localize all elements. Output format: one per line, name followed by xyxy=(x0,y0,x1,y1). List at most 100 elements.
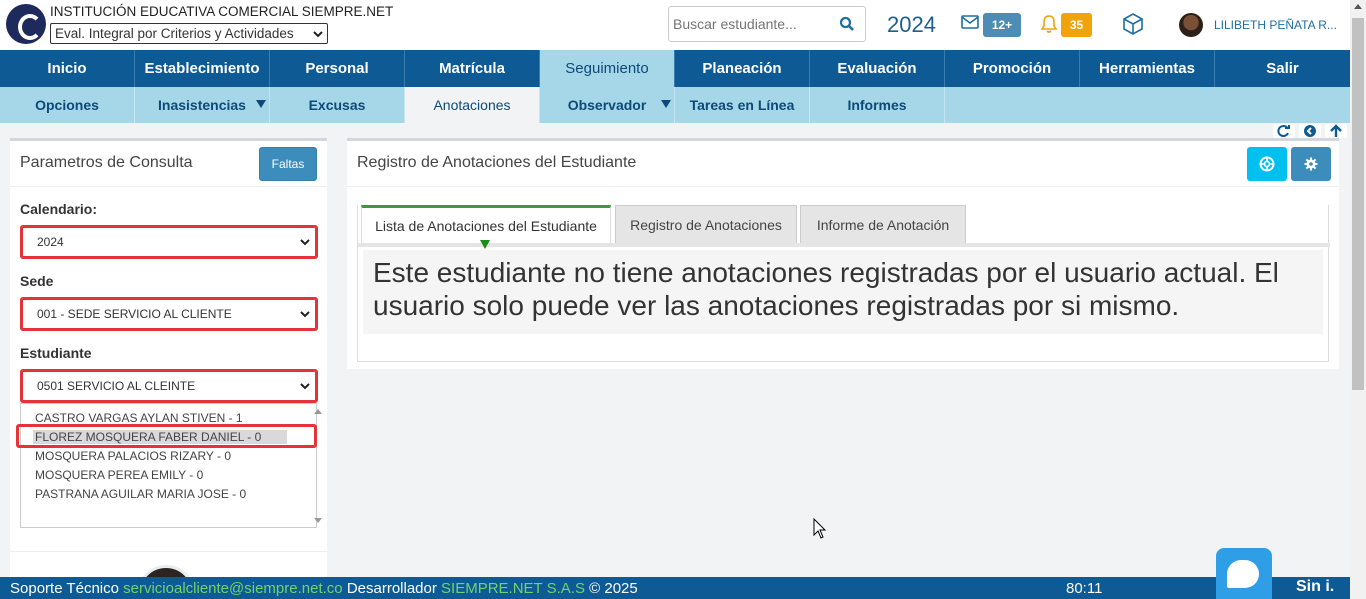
divider xyxy=(10,186,327,187)
student-label: Estudiante xyxy=(20,345,92,361)
top-header: INSTITUCIÓN EDUCATIVA COMERCIAL SIEMPRE.… xyxy=(0,0,1350,50)
footer-info: Soporte Técnico servicioalcliente@siempr… xyxy=(10,580,638,597)
caret-down-icon xyxy=(256,100,266,108)
nav-evaluacion[interactable]: Evaluación xyxy=(810,50,945,87)
divider xyxy=(347,186,1339,187)
panel-title: Registro de Anotaciones del Estudiante xyxy=(357,154,637,171)
faltas-button[interactable]: Faltas xyxy=(259,147,317,181)
nav-inicio[interactable]: Inicio xyxy=(0,50,135,87)
help-button[interactable] xyxy=(1247,147,1287,181)
support-label: Soporte Técnico xyxy=(10,580,119,597)
settings-button[interactable] xyxy=(1291,147,1331,181)
subnav-excusas[interactable]: Excusas xyxy=(270,87,405,123)
subnav-informes[interactable]: Informes xyxy=(810,87,945,123)
current-year: 2024 xyxy=(887,12,936,37)
subnav-label: Opciones xyxy=(35,97,99,113)
subnav-label: Excusas xyxy=(308,97,366,113)
caret-down-icon xyxy=(661,100,671,108)
group-value: 0501 SERVICIO AL CLEINTE xyxy=(37,379,196,393)
eval-mode-select[interactable]: Eval. Integral por Criterios y Actividad… xyxy=(50,23,328,44)
nav-seguimiento[interactable]: Seguimiento xyxy=(540,50,675,87)
annotations-panel: Registro de Anotaciones del Estudiante L… xyxy=(347,138,1339,369)
chat-widget-button[interactable] xyxy=(1216,548,1272,599)
subnav-opciones[interactable]: Opciones xyxy=(0,87,135,123)
nav-establecimiento[interactable]: Establecimiento xyxy=(135,50,270,87)
brand-logo: Sin i. xyxy=(1296,578,1335,595)
subnav-label: Observador xyxy=(567,97,647,113)
calendar-select[interactable]: 2024 xyxy=(20,225,318,259)
notifications-badge[interactable]: 35 xyxy=(1061,13,1092,37)
no-annotations-message: Este estudiante no tiene anotaciones reg… xyxy=(363,250,1323,334)
subnav-label: Informes xyxy=(847,97,907,113)
eval-mode-value: Eval. Integral por Criterios y Actividad… xyxy=(55,26,294,41)
tab-lista-anotaciones[interactable]: Lista de Anotaciones del Estudiante xyxy=(361,205,611,249)
listbox-scroll-up-icon[interactable] xyxy=(314,409,322,414)
sede-label: Sede xyxy=(20,273,54,289)
tab-label: Lista de Anotaciones del Estudiante xyxy=(375,217,597,234)
user-name[interactable]: LILIBETH PEÑATA R... xyxy=(1214,18,1337,32)
divider xyxy=(10,551,327,552)
calendar-value: 2024 xyxy=(37,235,64,249)
chevron-down-icon xyxy=(300,383,310,390)
cube-icon[interactable] xyxy=(1121,12,1145,36)
subnav-anotaciones[interactable]: Anotaciones xyxy=(405,87,540,123)
tab-label: Informe de Anotación xyxy=(816,216,950,233)
back-button[interactable] xyxy=(1299,124,1321,138)
copyright: © 2025 xyxy=(589,580,638,597)
sub-nav: Opciones Inasistencias Excusas Anotacion… xyxy=(0,87,1350,123)
sede-select[interactable]: 001 - SEDE SERVICIO AL CLIENTE xyxy=(20,297,318,331)
student-option[interactable]: CASTRO VARGAS AYLAN STIVEN - 1 xyxy=(35,411,243,425)
bell-icon[interactable] xyxy=(1040,14,1058,34)
selected-student-highlight xyxy=(16,424,317,448)
subnav-label: Anotaciones xyxy=(433,97,511,113)
session-timer: 80:11 xyxy=(1066,580,1103,597)
scroll-top-button[interactable] xyxy=(1325,124,1347,138)
envelope-icon[interactable] xyxy=(961,15,979,29)
subnav-observador[interactable]: Observador xyxy=(540,87,675,123)
tab-label: Registro de Anotaciones xyxy=(630,216,782,233)
arrow-up-icon xyxy=(1330,124,1342,137)
search-input[interactable] xyxy=(669,7,829,41)
footer: Soporte Técnico servicioalcliente@siempr… xyxy=(0,577,1350,599)
developer-link[interactable]: SIEMPRE.NET S.A.S xyxy=(441,580,585,597)
support-email-link[interactable]: servicioalcliente@siempre.net.co xyxy=(123,580,343,597)
lifebuoy-icon xyxy=(1259,156,1275,172)
calendar-label: Calendario: xyxy=(20,201,98,217)
student-listbox[interactable]: CASTRO VARGAS AYLAN STIVEN - 1 FLOREZ MO… xyxy=(20,403,322,528)
messages-badge[interactable]: 12+ xyxy=(983,13,1021,37)
scrollbar-thumb[interactable] xyxy=(1352,18,1364,390)
main-nav: Inicio Establecimiento Personal Matrícul… xyxy=(0,50,1350,87)
sede-value: 001 - SEDE SERVICIO AL CLIENTE xyxy=(37,307,232,321)
nav-personal[interactable]: Personal xyxy=(270,50,405,87)
student-option[interactable]: MOSQUERA PEREA EMILY - 0 xyxy=(35,468,203,482)
tab-registro-anotaciones[interactable]: Registro de Anotaciones xyxy=(615,205,797,243)
tab-bar xyxy=(358,243,1330,247)
developer-label: Desarrollador xyxy=(346,580,437,597)
student-option[interactable]: MOSQUERA PALACIOS RIZARY - 0 xyxy=(35,449,231,463)
student-option[interactable]: PASTRANA AGUILAR MARIA JOSE - 0 xyxy=(35,487,246,501)
back-icon xyxy=(1304,125,1316,137)
scroll-up-icon[interactable] xyxy=(1354,4,1362,9)
nav-promocion[interactable]: Promoción xyxy=(945,50,1080,87)
subnav-inasistencias[interactable]: Inasistencias xyxy=(135,87,270,123)
refresh-button[interactable] xyxy=(1273,124,1295,138)
gear-icon xyxy=(1304,157,1318,171)
group-select[interactable]: 0501 SERVICIO AL CLEINTE xyxy=(20,369,318,403)
user-avatar[interactable] xyxy=(1179,13,1203,37)
subnav-label: Inasistencias xyxy=(158,97,246,113)
search-box xyxy=(668,6,866,42)
listbox-scroll-down-icon[interactable] xyxy=(314,518,322,523)
search-icon[interactable] xyxy=(839,15,855,33)
subnav-label: Tareas en Línea xyxy=(689,97,795,113)
tab-informe-anotacion[interactable]: Informe de Anotación xyxy=(800,205,966,243)
nav-matricula[interactable]: Matrícula xyxy=(405,50,540,87)
chevron-down-icon xyxy=(300,311,310,318)
active-tab-arrow-icon xyxy=(480,240,490,249)
nav-herramientas[interactable]: Herramientas xyxy=(1080,50,1215,87)
chat-bubble-icon xyxy=(1227,560,1259,588)
query-params-panel: Parametros de Consulta Faltas Calendario… xyxy=(10,138,327,581)
institution-logo-icon xyxy=(6,4,46,44)
nav-planeacion[interactable]: Planeación xyxy=(675,50,810,87)
nav-salir[interactable]: Salir xyxy=(1215,50,1350,87)
subnav-tareas-en-linea[interactable]: Tareas en Línea xyxy=(675,87,810,123)
